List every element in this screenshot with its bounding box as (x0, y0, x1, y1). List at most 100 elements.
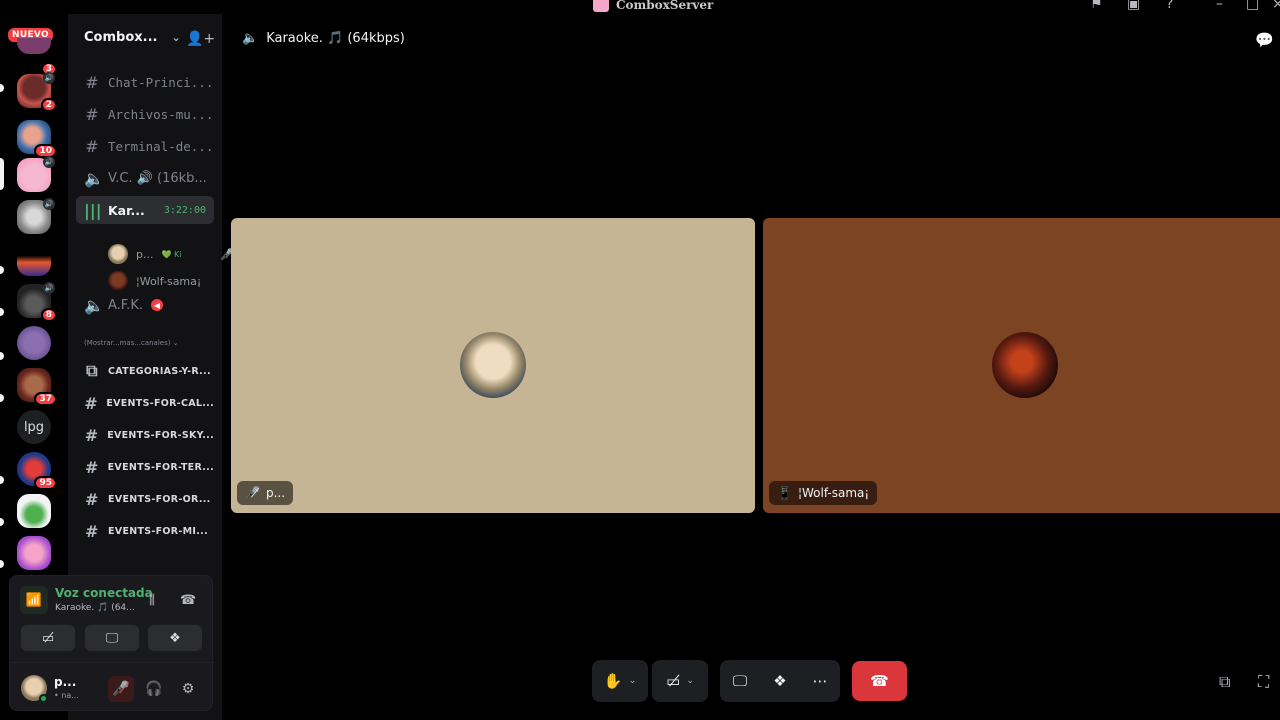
channel-label: EVENTS-FOR-MI... (108, 525, 208, 537)
server-icon-7[interactable]: 🔊 8 (17, 282, 57, 322)
unread-pill (0, 84, 4, 92)
server-icon-11[interactable] (17, 494, 51, 528)
server-icon-4[interactable]: 🔊 (17, 156, 55, 192)
screen-share-button[interactable]: 🖵 (720, 660, 760, 702)
participant-label: 🎤̸ p... (237, 481, 294, 505)
headphones-button[interactable]: 🎧 (141, 676, 167, 702)
mention-badge: 95 (34, 476, 57, 490)
voice-user-name: p... (136, 247, 154, 261)
voice-channel-karaoke[interactable]: ||| Kar... 3:22:00 (76, 196, 214, 224)
settings-gear-button[interactable]: ⚙ (175, 676, 201, 702)
mic-toggle-button[interactable]: ✋ ⌄ (592, 660, 648, 702)
chevron-down-icon: ⌄ (171, 31, 181, 44)
voice-icon: 🔊 (43, 198, 55, 210)
more-options-button[interactable]: ⋯ (800, 660, 840, 702)
channel-archivos[interactable]: # Archivos-mu... (76, 100, 214, 128)
channel-events-cal[interactable]: # EVENTS-FOR-CAL... (76, 389, 214, 417)
flag-icon[interactable]: ⚑ (1090, 0, 1103, 12)
camera-control-group: ▭̸ ⌄ (652, 660, 708, 702)
hash-icon: # (85, 72, 99, 92)
channel-terminal[interactable]: # Terminal-de... (76, 132, 214, 160)
video-off-button[interactable]: ▭̸ (21, 625, 75, 651)
server-icon-1[interactable]: 3 (17, 38, 57, 76)
voice-timer: 3:22:00 (163, 204, 206, 216)
channel-chat-principal[interactable]: # Chat-Princi... (76, 68, 214, 96)
voice-channel-header: 🔈 Karaoke. 🎵 (64kbps) (242, 31, 405, 46)
activities-button[interactable]: ❖ (760, 660, 800, 702)
hash-icon: # (85, 489, 99, 509)
mic-muted-button[interactable]: 🎤̸ (108, 676, 134, 702)
voice-connection-panel: 📶 Voz conectada Karaoke. 🎵 (64... ⫼ ☎ ▭̸… (9, 575, 214, 711)
mobile-icon: 📱 (777, 486, 792, 500)
camera-toggle-button[interactable]: ▭̸ ⌄ (652, 660, 708, 702)
unread-pill (0, 560, 4, 568)
voice-channel-name[interactable]: Karaoke. 🎵 (64... (55, 603, 135, 613)
mic-muted-icon: ✋ (603, 672, 623, 690)
chevron-down-icon[interactable]: ⌄ (686, 676, 694, 686)
screen-share-button[interactable]: 🖵 (85, 625, 139, 651)
category-channel-browse[interactable]: ⧉ CATEGORIAS-Y-R... (76, 357, 214, 385)
voice-channel-afk[interactable]: 🔈 A.F.K. ◀ (76, 291, 214, 319)
inbox-icon[interactable]: ▣ (1127, 0, 1140, 12)
pop-out-icon[interactable]: ⧉ (1219, 672, 1230, 692)
help-icon[interactable]: ? (1166, 0, 1173, 12)
window-title: ComboxServer (593, 0, 713, 12)
participant-tile[interactable]: 📱 ¦Wolf-sama¡ (763, 218, 1280, 513)
voice-active-icon: ||| (84, 200, 102, 220)
add-member-icon[interactable]: 👤+ (186, 31, 215, 47)
channel-events-ter[interactable]: # EVENTS-FOR-TER... (76, 453, 214, 481)
server-icon-2[interactable]: 🔊 2 (17, 72, 57, 112)
channel-title: Karaoke. 🎵 (64kbps) (266, 31, 405, 46)
server-icon-3[interactable]: 10 (17, 120, 57, 158)
voice-channel-vc[interactable]: 🔈 V.C. 🔊 (16kb... (76, 164, 214, 192)
minimize-button[interactable]: – (1216, 0, 1223, 12)
hash-icon: # (84, 393, 99, 413)
actions-control-group: 🖵 ❖ ⋯ (720, 660, 840, 702)
speaker-icon: 🔈 (242, 31, 259, 46)
user-status: • na... (54, 691, 79, 700)
voice-icon: 🔊 (43, 72, 55, 84)
channel-events-mi[interactable]: # EVENTS-FOR-MI... (76, 517, 214, 545)
server-name: Combox... (84, 30, 158, 45)
close-button[interactable]: × (1272, 0, 1280, 12)
activities-button[interactable]: ❖ (148, 625, 202, 651)
hash-icon: # (85, 136, 99, 156)
server-header[interactable]: Combox... ⌄ (84, 30, 181, 45)
participant-tile[interactable]: 🎤̸ p... (231, 218, 755, 513)
channel-label: Kar... (108, 202, 145, 218)
channel-label: EVENTS-FOR-CAL... (106, 397, 214, 409)
noise-suppression-icon[interactable]: ⫼ (149, 593, 155, 608)
server-icon-5[interactable]: 🔊 (17, 198, 55, 234)
server-icon-10[interactable]: 95 (17, 452, 57, 490)
voice-user[interactable]: p... 💚 Ki 🎤̸ (108, 242, 234, 266)
unread-pill (0, 518, 4, 526)
unread-pill (0, 394, 4, 402)
channel-events-sky[interactable]: # EVENTS-FOR-SKY... (76, 421, 214, 449)
voice-user[interactable]: ¦Wolf-sama¡ (108, 269, 201, 293)
hash-icon: # (85, 104, 99, 124)
participant-name: ¦Wolf-sama¡ (797, 486, 870, 500)
channel-events-or[interactable]: # EVENTS-FOR-OR... (76, 485, 214, 513)
server-icon-12[interactable] (17, 536, 51, 570)
speaker-icon: 🔈 (84, 168, 104, 188)
participant-label: 📱 ¦Wolf-sama¡ (769, 481, 878, 505)
unread-pill (0, 476, 4, 484)
video-off-icon: ▭̸ (666, 672, 681, 690)
signal-icon[interactable]: 📶 (20, 586, 48, 614)
server-icon-8[interactable] (17, 326, 51, 360)
disconnect-button[interactable]: ☎ (852, 661, 907, 701)
chat-bubble-icon[interactable]: 💬 (1255, 31, 1274, 49)
voice-status[interactable]: Voz conectada (55, 586, 153, 600)
unread-pill (0, 308, 4, 316)
show-more-channels[interactable]: (Mostrar...mas...canales) ⌄ (84, 339, 179, 347)
channel-label: EVENTS-FOR-SKY... (107, 429, 214, 441)
chevron-down-icon[interactable]: ⌄ (629, 676, 637, 686)
disconnect-icon[interactable]: ☎ (180, 593, 196, 608)
maximize-button[interactable]: □ (1246, 0, 1259, 12)
fullscreen-icon[interactable]: ⛶ (1258, 672, 1269, 692)
server-text-icon[interactable]: lpg (17, 410, 51, 444)
server-icon-9[interactable]: 37 (17, 368, 57, 406)
server-icon-6[interactable] (17, 242, 51, 276)
channel-label: Terminal-de... (108, 138, 214, 154)
unread-pill (0, 352, 4, 360)
